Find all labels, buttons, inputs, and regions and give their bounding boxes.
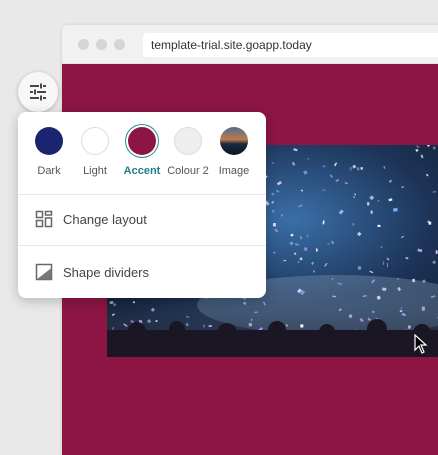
swatch-label-image: Image: [211, 165, 257, 177]
browser-toolbar: template-trial.site.goapp.today: [62, 25, 438, 64]
swatch-dark[interactable]: Dark: [26, 126, 72, 177]
swatch-light[interactable]: Light: [72, 126, 118, 177]
swatch-colour-2[interactable]: Colour 2: [165, 126, 211, 177]
window-close-dot[interactable]: [78, 39, 89, 50]
swatch-label-dark: Dark: [26, 165, 72, 177]
colour-2-circle[interactable]: [174, 127, 202, 155]
swatch-image[interactable]: Image: [211, 126, 257, 177]
mouse-cursor-icon: [414, 334, 428, 354]
menu-divider: [18, 245, 266, 246]
shape-dividers-item[interactable]: Shape dividers: [18, 252, 266, 292]
layout-icon: [35, 210, 53, 228]
accent-color-circle[interactable]: [128, 127, 156, 155]
sliders-icon: [28, 82, 48, 102]
image-swatch-thumbnail[interactable]: [220, 127, 248, 155]
color-swatch-row: Dark Light Accent Colour 2 Image: [18, 126, 266, 192]
settings-popup-menu: Dark Light Accent Colour 2 Image: [18, 112, 266, 298]
swatch-label-accent: Accent: [119, 165, 165, 177]
swatch-label-light: Light: [72, 165, 118, 177]
light-color-circle[interactable]: [81, 127, 109, 155]
window-minimize-dot[interactable]: [96, 39, 107, 50]
address-bar[interactable]: template-trial.site.goapp.today: [143, 33, 438, 57]
settings-button[interactable]: [18, 72, 58, 112]
shape-dividers-label: Shape dividers: [63, 265, 149, 280]
swatch-accent[interactable]: Accent: [119, 126, 165, 177]
shape-divider-icon: [35, 263, 53, 281]
swatch-label-colour-2: Colour 2: [165, 165, 211, 177]
dark-color-circle[interactable]: [35, 127, 63, 155]
window-maximize-dot[interactable]: [114, 39, 125, 50]
menu-divider: [18, 194, 266, 195]
change-layout-item[interactable]: Change layout: [18, 199, 266, 239]
change-layout-label: Change layout: [63, 212, 147, 227]
